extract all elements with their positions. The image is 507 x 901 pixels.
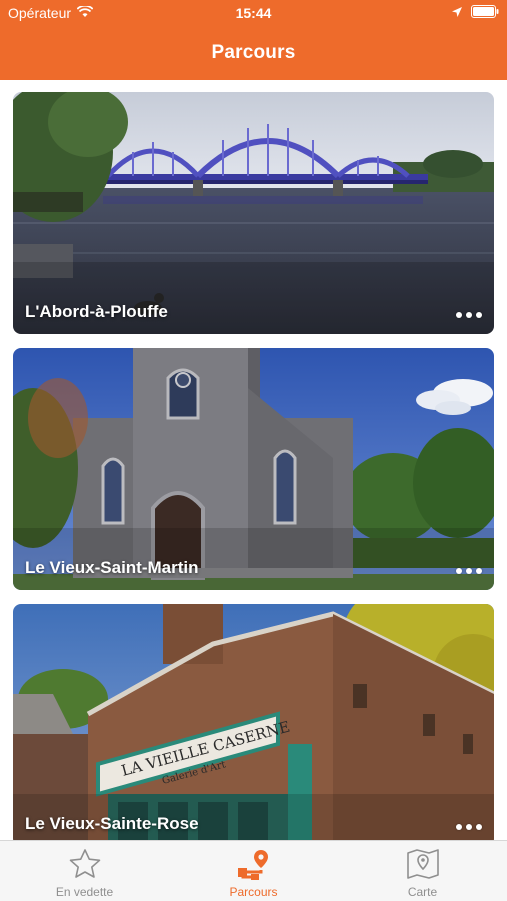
route-photo-church (13, 348, 494, 590)
route-card-title: L'Abord-à-Plouffe (25, 302, 168, 321)
tab-label: En vedette (55, 885, 114, 899)
tab-label: Carte (407, 885, 438, 899)
route-card-title: Le Vieux-Sainte-Rose (25, 814, 199, 833)
battery-icon (471, 5, 499, 21)
tab-carte[interactable]: Carte (338, 841, 507, 901)
tab-parcours[interactable]: Parcours (169, 841, 338, 901)
route-card-abord-a-plouffe[interactable]: L'Abord-à-Plouffe (13, 92, 494, 334)
map-icon (406, 847, 440, 881)
route-list[interactable]: L'Abord-à-Plouffe Le Vieux-Saint-Martin … (0, 80, 507, 840)
status-time: 15:44 (235, 5, 272, 21)
status-right (451, 5, 499, 21)
route-photo-caserne: LA VIEILLE CASERNE Galerie d'Art (13, 604, 494, 840)
route-card-vieux-saint-martin[interactable]: Le Vieux-Saint-Martin (13, 348, 494, 590)
page-title: Parcours (211, 42, 296, 63)
status-bar: Opérateur 15:44 (0, 0, 507, 26)
route-icon (237, 847, 271, 881)
route-photo-bridge (13, 92, 494, 334)
more-options-icon[interactable] (452, 822, 482, 832)
tab-bar: En vedette Parcours Carte (0, 840, 507, 901)
navigation-bar: Parcours (0, 26, 507, 80)
location-arrow-icon (451, 5, 463, 21)
more-options-icon[interactable] (452, 310, 482, 320)
route-card-title: Le Vieux-Saint-Martin (25, 558, 199, 577)
star-icon (68, 847, 102, 881)
route-card-vieux-sainte-rose[interactable]: LA VIEILLE CASERNE Galerie d'Art Le Vieu… (13, 604, 494, 840)
tab-en-vedette[interactable]: En vedette (0, 841, 169, 901)
more-options-icon[interactable] (452, 566, 482, 576)
tab-label: Parcours (229, 885, 278, 899)
